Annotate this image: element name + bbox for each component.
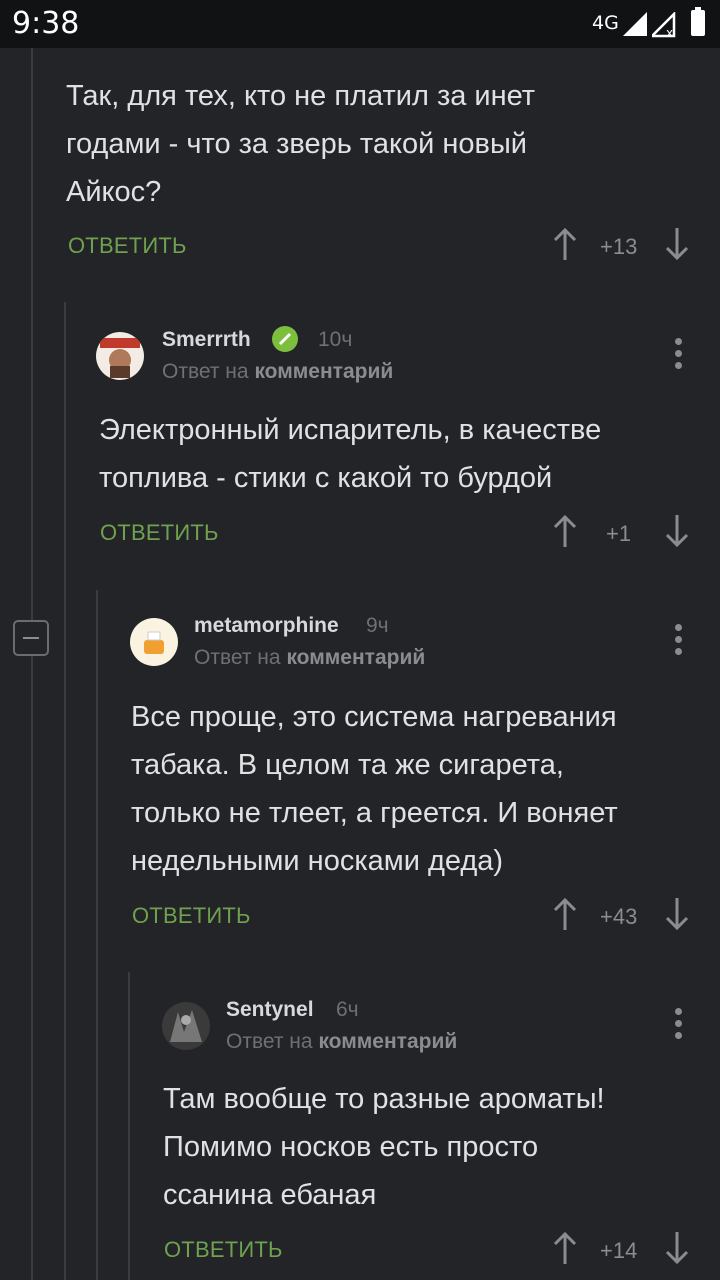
clock: 9:38 xyxy=(12,6,80,41)
reply-to-prefix: Ответ на xyxy=(162,360,249,383)
comment-text-line: годами - что за зверь такой новый xyxy=(66,128,527,160)
battery-icon xyxy=(691,7,705,36)
comment: Так, для тех, кто не платил за инет года… xyxy=(66,72,686,216)
comment-text: Все проще, это система нагревания табака… xyxy=(131,693,701,885)
comment-text-line: Электронный испаритель, в качестве xyxy=(99,414,602,446)
status-bar: 9:38 4G x xyxy=(0,0,720,48)
reply-to-prefix: Ответ на xyxy=(226,1030,313,1053)
comment-text-line: ссанина ебаная xyxy=(163,1179,377,1211)
more-options-icon[interactable] xyxy=(674,624,684,658)
avatar[interactable] xyxy=(96,332,144,380)
comment-time: 9ч xyxy=(366,614,389,637)
verified-badge-icon xyxy=(272,326,298,352)
reply-to-target[interactable]: комментарий xyxy=(254,360,393,383)
reply-to-prefix: Ответ на xyxy=(194,646,281,669)
reply-to-target[interactable]: комментарий xyxy=(318,1030,457,1053)
comment-text-line: Там вообще то разные ароматы! xyxy=(163,1083,605,1115)
signal-icon xyxy=(623,12,647,36)
downvote-icon[interactable] xyxy=(662,513,692,549)
reply-button[interactable]: ОТВЕТИТЬ xyxy=(68,233,187,259)
vote-controls: +43 xyxy=(550,896,700,936)
avatar[interactable] xyxy=(130,618,178,666)
thread-line xyxy=(96,590,98,1280)
comment: Там вообще то разные ароматы! Помимо нос… xyxy=(163,1075,703,1219)
reply-to-link[interactable]: Ответ на комментарий xyxy=(226,1030,457,1054)
reply-button[interactable]: ОТВЕТИТЬ xyxy=(132,903,251,929)
thread-line xyxy=(128,972,130,1280)
reply-button[interactable]: ОТВЕТИТЬ xyxy=(164,1237,283,1263)
comment-text-line: Помимо носков есть просто xyxy=(163,1131,539,1163)
comment-text-line: топлива - стики с какой то бурдой xyxy=(99,462,553,494)
upvote-icon[interactable] xyxy=(550,896,580,932)
comment-text-line: табака. В целом та же сигарета, xyxy=(131,749,564,781)
upvote-icon[interactable] xyxy=(550,226,580,262)
username[interactable]: metamorphine xyxy=(194,614,339,638)
score: +14 xyxy=(600,1238,638,1263)
vote-controls: +14 xyxy=(550,1230,700,1270)
comment-header: metamorphine 9ч Ответ на комментарий xyxy=(128,608,698,678)
comment-text-line: Айкос? xyxy=(66,176,162,208)
vote-controls: +1 xyxy=(550,513,700,553)
thread-line xyxy=(31,48,33,1280)
vote-controls: +13 xyxy=(550,226,700,266)
comment-text-line: Так, для тех, кто не платил за инет xyxy=(66,80,536,112)
reply-to-target[interactable]: комментарий xyxy=(286,646,425,669)
comment-text: Так, для тех, кто не платил за инет года… xyxy=(66,72,686,216)
more-options-icon[interactable] xyxy=(674,1008,684,1042)
username[interactable]: Sentynel xyxy=(226,998,314,1022)
thread-line xyxy=(64,302,66,1280)
comment-text-line: Все проще, это система нагревания xyxy=(131,701,617,733)
upvote-icon[interactable] xyxy=(550,1230,580,1266)
comment-header: Smerrrth 10ч Ответ на комментарий xyxy=(96,322,696,392)
downvote-icon[interactable] xyxy=(662,896,692,932)
comment-text: Там вообще то разные ароматы! Помимо нос… xyxy=(163,1075,703,1219)
upvote-icon[interactable] xyxy=(550,513,580,549)
network-type: 4G xyxy=(592,12,619,34)
comment-time: 6ч xyxy=(336,998,359,1021)
score: +43 xyxy=(600,904,638,929)
collapse-thread-button[interactable] xyxy=(13,620,49,656)
comment-text: Электронный испаритель, в качестве топли… xyxy=(99,406,699,502)
reply-to-link[interactable]: Ответ на комментарий xyxy=(194,646,425,670)
comment-header: Sentynel 6ч Ответ на комментарий xyxy=(160,992,700,1062)
score: +13 xyxy=(600,234,638,259)
signal-no-sim-icon: x xyxy=(652,12,676,38)
avatar[interactable] xyxy=(162,1002,210,1050)
score: +1 xyxy=(606,521,632,546)
comment-text-line: только не тлеет, а греется. И воняет xyxy=(131,797,618,829)
reply-to-link[interactable]: Ответ на комментарий xyxy=(162,360,393,384)
comment-time: 10ч xyxy=(318,328,353,351)
comment-text-line: недельными носками деда) xyxy=(131,845,504,877)
svg-text:x: x xyxy=(666,26,673,38)
comment: Все проще, это система нагревания табака… xyxy=(131,693,701,885)
downvote-icon[interactable] xyxy=(662,1230,692,1266)
username[interactable]: Smerrrth xyxy=(162,328,251,352)
comment: Электронный испаритель, в качестве топли… xyxy=(99,406,699,502)
downvote-icon[interactable] xyxy=(662,226,692,262)
more-options-icon[interactable] xyxy=(674,338,684,372)
reply-button[interactable]: ОТВЕТИТЬ xyxy=(100,520,219,546)
